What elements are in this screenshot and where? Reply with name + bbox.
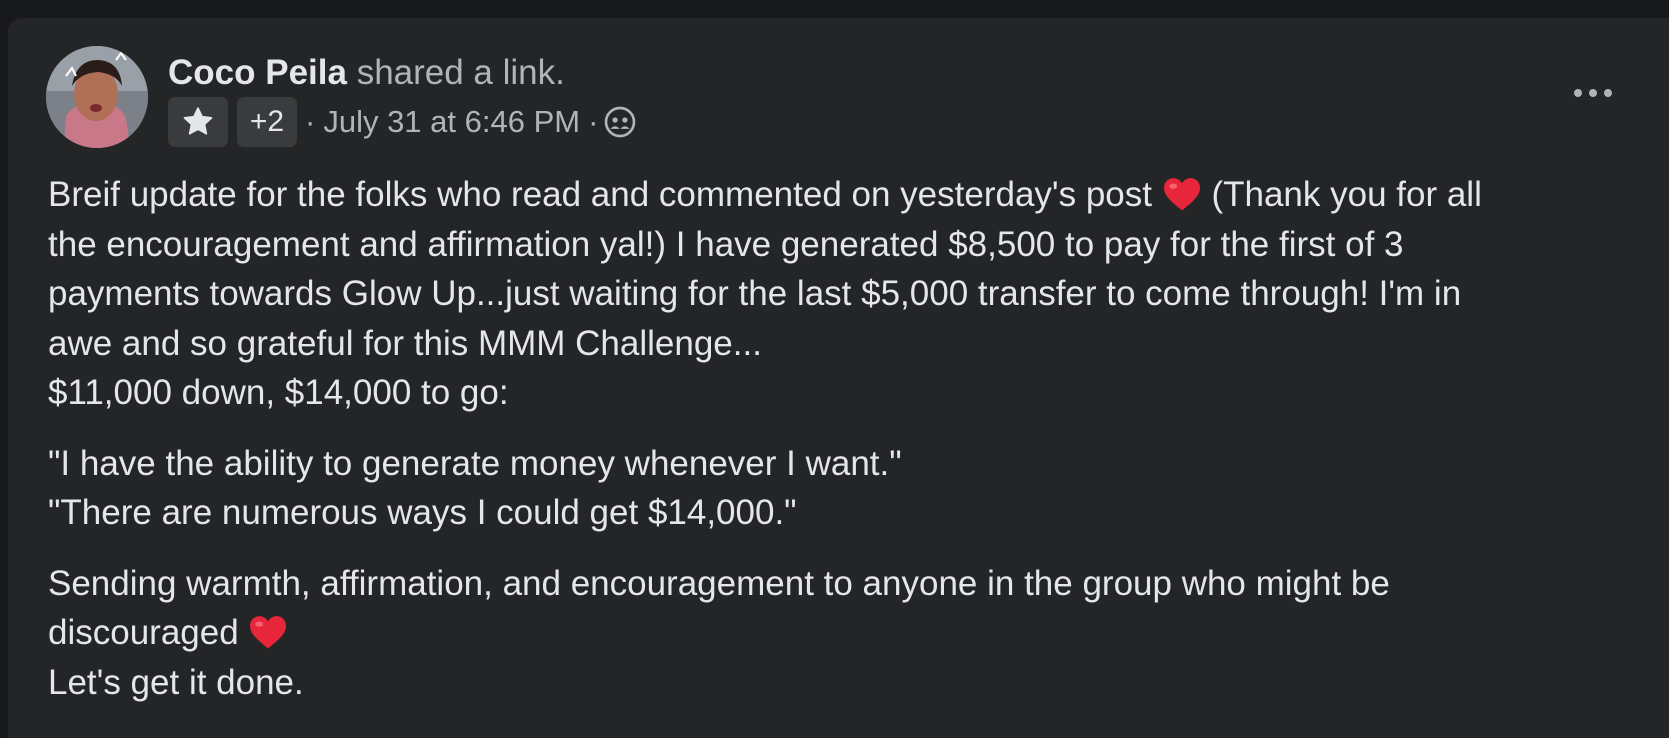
meta-separator-2: · (588, 104, 599, 139)
red-heart-icon (1163, 178, 1200, 211)
post-meta: +2 · July 31 at 6:46 PM · (168, 97, 636, 147)
affirmation-1: "I have the ability to generate money wh… (48, 443, 902, 483)
post-line-1: Breif update for the folks who read and … (48, 175, 1482, 214)
post-line-4: awe and so grateful for this MMM Challen… (48, 323, 762, 363)
post-line-2: the encouragement and affirmation yal!) … (48, 224, 1404, 264)
red-heart-icon (250, 616, 287, 649)
author-name[interactable]: Coco Peila (168, 53, 347, 92)
affirmation-2: "There are numerous ways I could get $14… (48, 493, 797, 532)
post-header: Coco Peila shared a link. (168, 50, 565, 96)
post-line-10: Let's get it done. (48, 662, 304, 702)
post-line-9: discouraged (48, 608, 1648, 658)
post-line-8: Sending warmth, affirmation, and encoura… (48, 563, 1390, 603)
star-badge[interactable] (168, 97, 228, 147)
star-icon (183, 107, 213, 135)
post-body: Breif update for the folks who read and … (48, 170, 1648, 707)
post-line-3: payments towards Glow Up...just waiting … (48, 274, 1462, 313)
more-options-icon[interactable] (1571, 80, 1615, 106)
post-timestamp[interactable]: July 31 at 6:46 PM (323, 104, 580, 140)
meta-separator: · (305, 104, 316, 139)
author-avatar[interactable] (46, 46, 148, 148)
post-action: shared a link. (356, 53, 565, 92)
extra-badges-button[interactable]: +2 (237, 97, 297, 147)
group-icon[interactable] (604, 106, 636, 138)
post-line-5: $11,000 down, $14,000 to go: (48, 373, 509, 412)
